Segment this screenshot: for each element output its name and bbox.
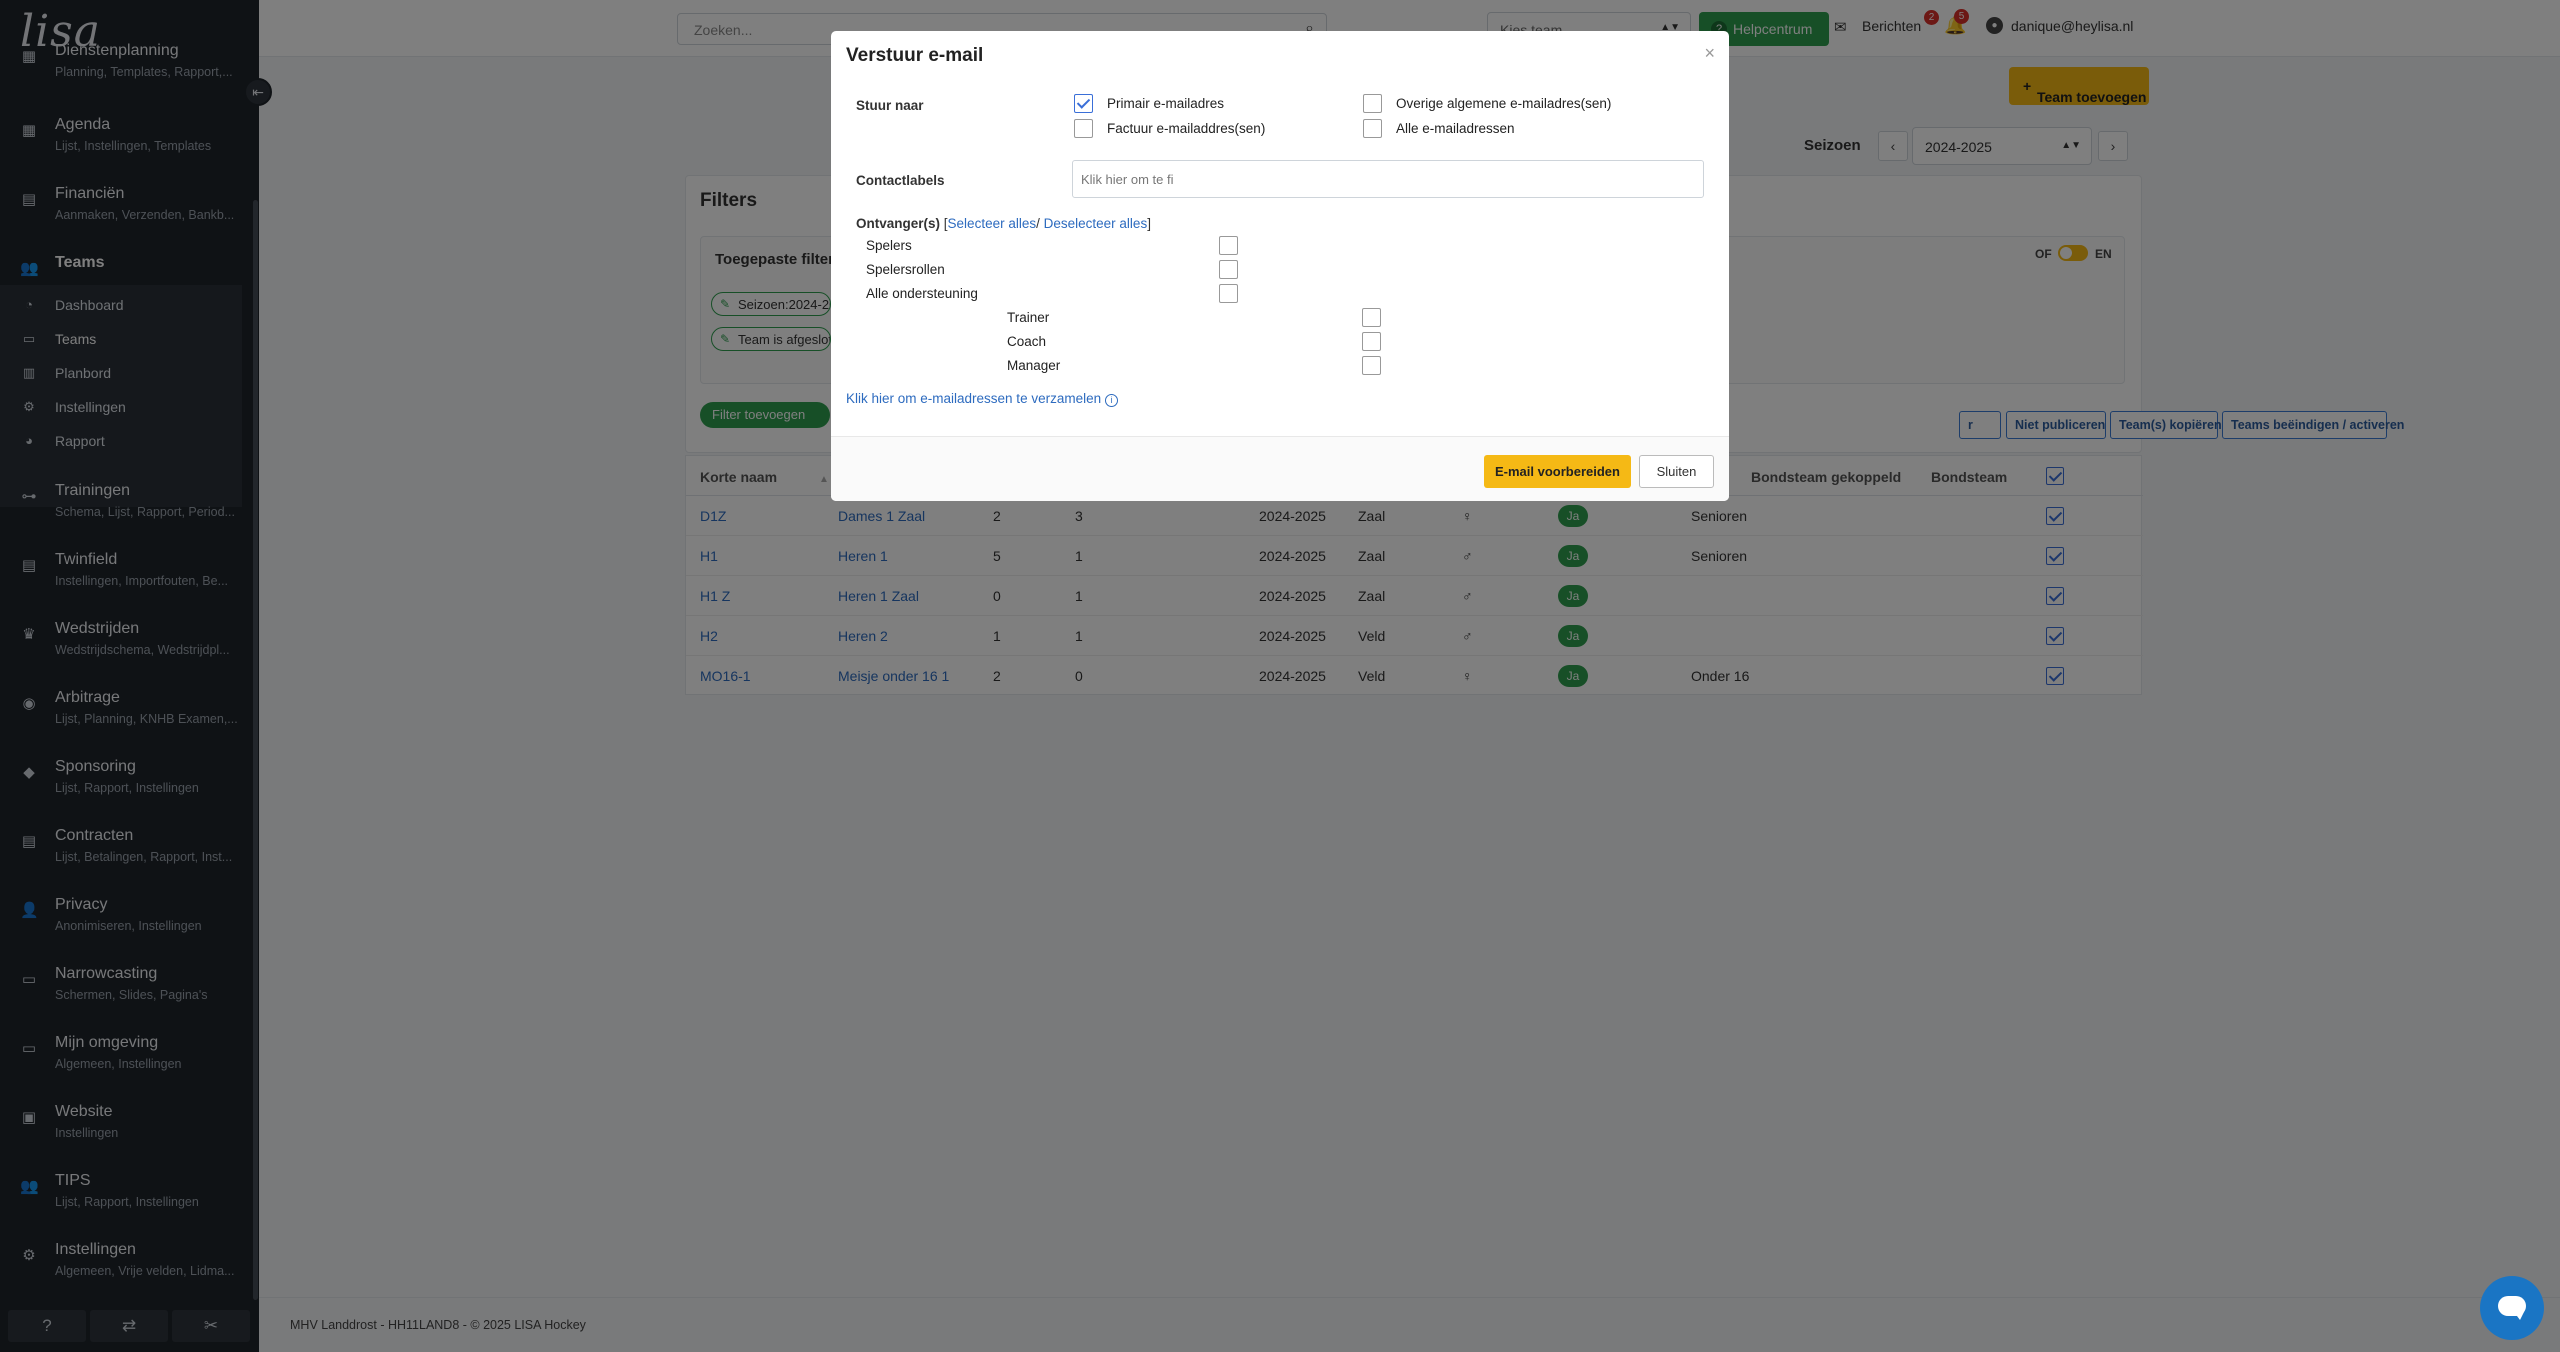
- group-spelers-label: Spelers: [866, 238, 912, 253]
- role-manager-label: Manager: [1007, 358, 1061, 373]
- all-email-label[interactable]: Alle e-mailadressen: [1396, 121, 1515, 136]
- group-ondersteuning-label: Alle ondersteuning: [866, 286, 978, 301]
- role-coach-checkbox[interactable]: [1362, 332, 1381, 351]
- all-email-checkbox[interactable]: [1363, 119, 1382, 138]
- prepare-email-button[interactable]: E-mail voorbereiden: [1484, 455, 1631, 488]
- primary-email-checkbox[interactable]: [1074, 94, 1093, 113]
- modal-close-button[interactable]: ×: [1704, 43, 1715, 64]
- group-spelersrollen-checkbox[interactable]: [1219, 260, 1238, 279]
- primary-email-label[interactable]: Primair e-mailadres: [1107, 96, 1224, 111]
- recipients-row: Ontvanger(s) [Selecteer alles/ Deselecte…: [856, 216, 1151, 231]
- collect-emails-label: Klik hier om e-mailadressen te verzamele…: [846, 391, 1102, 406]
- recipients-label: Ontvanger(s): [856, 216, 941, 231]
- role-trainer-label: Trainer: [1007, 310, 1050, 325]
- role-manager-checkbox[interactable]: [1362, 356, 1381, 375]
- role-coach-label: Coach: [1007, 334, 1047, 349]
- other-email-checkbox[interactable]: [1363, 94, 1382, 113]
- link-separator: /: [1036, 216, 1040, 231]
- other-email-label[interactable]: Overige algemene e-mailadres(sen): [1396, 96, 1611, 111]
- select-all-link[interactable]: Selecteer alles: [948, 216, 1037, 231]
- role-trainer-checkbox[interactable]: [1362, 308, 1381, 327]
- send-to-label: Stuur naar: [856, 98, 924, 113]
- chat-bubble-tail: [2514, 1312, 2524, 1320]
- group-spelers-checkbox[interactable]: [1219, 236, 1238, 255]
- modal-footer: E-mail voorbereiden Sluiten: [831, 436, 1729, 501]
- deselect-all-link[interactable]: Deselecteer alles: [1044, 216, 1148, 231]
- contact-labels-placeholder: Klik hier om te fi: [1081, 172, 1174, 187]
- contact-labels-input[interactable]: Klik hier om te fi: [1072, 160, 1704, 198]
- invoice-email-checkbox[interactable]: [1074, 119, 1093, 138]
- send-email-modal: Verstuur e-mail × Stuur naar Primair e-m…: [831, 31, 1729, 501]
- collect-emails-link[interactable]: Klik hier om e-mailadressen te verzamele…: [846, 391, 1119, 407]
- bracket-close: ]: [1147, 216, 1151, 231]
- info-icon: i: [1105, 394, 1119, 407]
- modal-title: Verstuur e-mail: [846, 45, 984, 66]
- close-icon: ×: [1704, 43, 1715, 63]
- close-modal-button[interactable]: Sluiten: [1639, 455, 1714, 488]
- invoice-email-label[interactable]: Factuur e-mailaddres(sen): [1107, 121, 1265, 136]
- contact-labels-label: Contactlabels: [856, 173, 945, 188]
- group-ondersteuning-checkbox[interactable]: [1219, 284, 1238, 303]
- group-spelersrollen-label: Spelersrollen: [866, 262, 945, 277]
- chat-launcher-button[interactable]: [2480, 1276, 2544, 1340]
